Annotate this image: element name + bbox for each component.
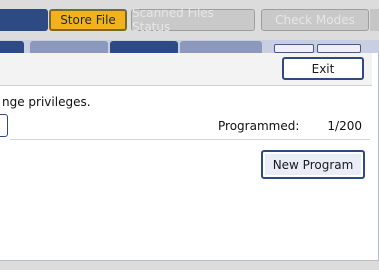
sub-tab-left-fragment bbox=[0, 41, 24, 53]
sub-tab-3[interactable] bbox=[180, 41, 262, 53]
programmed-label: Programmed: bbox=[218, 119, 300, 133]
sub-tab-mini-1[interactable] bbox=[274, 44, 314, 53]
sub-tab-active[interactable] bbox=[110, 41, 178, 53]
exit-button[interactable]: Exit bbox=[282, 57, 364, 80]
bottom-strip bbox=[0, 260, 379, 270]
scanned-files-status-button[interactable]: Scanned Files Status bbox=[131, 6, 255, 34]
left-active-tab-fragment bbox=[0, 9, 48, 31]
privileges-message: nge privileges. bbox=[2, 95, 91, 109]
sub-tab-mini-2[interactable] bbox=[317, 44, 361, 53]
new-program-button[interactable]: New Program bbox=[261, 150, 365, 179]
sub-tab-1[interactable] bbox=[30, 41, 108, 53]
programmed-count: 1/200 bbox=[327, 119, 362, 133]
screen: Store File Scanned Files Status Check Mo… bbox=[0, 0, 379, 270]
list-button-fragment[interactable] bbox=[0, 114, 8, 137]
check-modes-button[interactable]: Check Modes bbox=[261, 9, 369, 31]
store-file-button[interactable]: Store File bbox=[49, 9, 127, 31]
topbar-right-edge bbox=[370, 9, 379, 31]
divider bbox=[10, 139, 370, 140]
